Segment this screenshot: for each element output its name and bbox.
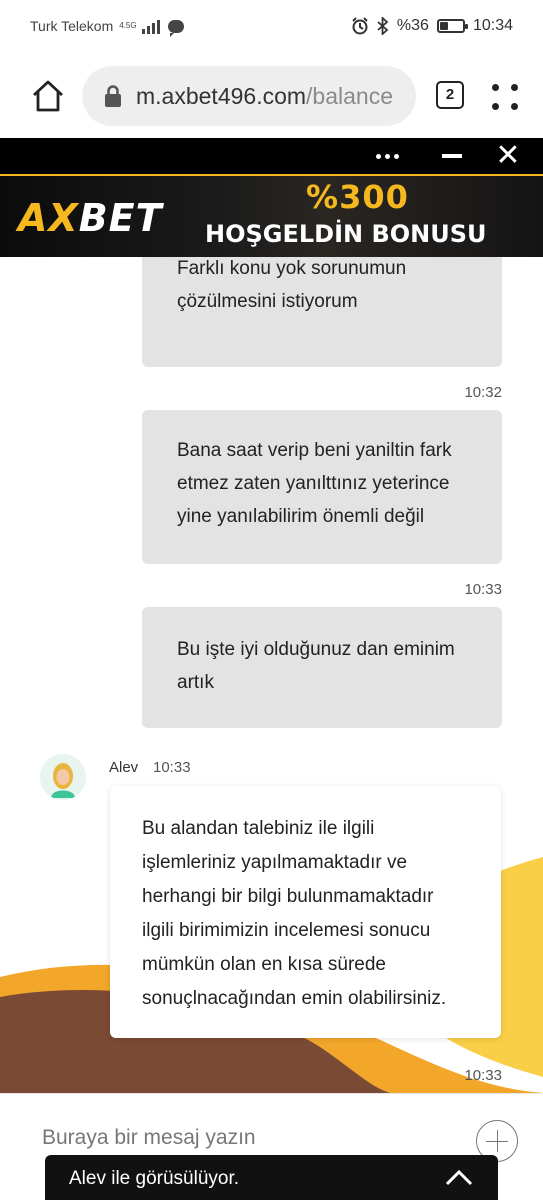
address-bar[interactable]: m.axbet496.com/balance: [82, 66, 416, 126]
axbet-logo: AXBET: [18, 196, 163, 240]
ad-close-icon[interactable]: ✕: [494, 138, 522, 174]
agent-avatar-icon: [40, 754, 86, 800]
url-path: /balance: [306, 82, 393, 109]
status-right: %36 10:34: [351, 17, 513, 35]
signal-icon: [141, 18, 160, 34]
alarm-icon: [352, 17, 368, 35]
message-notification-icon: [167, 19, 184, 37]
ad-more-icon[interactable]: [374, 138, 400, 174]
agent-message: Bu alandan talebiniz ile ilgili işlemler…: [110, 786, 501, 1038]
status-bar: Turk Telekom 4.5G %36 10:34: [0, 0, 543, 56]
bluetooth-icon: [377, 17, 389, 35]
chat-area[interactable]: Farklı konu yok sorunumun çözülmesini is…: [0, 257, 543, 1093]
ad-controls: ✕: [0, 138, 543, 174]
status-left: Turk Telekom 4.5G: [30, 18, 184, 37]
home-icon[interactable]: [30, 78, 66, 114]
battery-percent: %36: [396, 17, 429, 34]
battery-fill: [439, 22, 448, 30]
agent-name: Alev: [109, 759, 139, 776]
carrier-name: Turk Telekom: [30, 18, 114, 34]
message-time: 10:33: [464, 1067, 502, 1084]
ad-promo-percent: %300: [306, 178, 409, 216]
agent-header-time: 10:33: [153, 759, 191, 776]
chevron-up-icon[interactable]: [444, 1167, 474, 1187]
user-message: Farklı konu yok sorunumun çözülmesini is…: [142, 257, 502, 367]
message-text: Farklı konu yok sorunumun çözülmesini is…: [177, 258, 407, 312]
agent-avatar: [40, 754, 86, 800]
user-message: Bu işte iyi olduğunuz dan eminim artık: [142, 607, 502, 728]
browser-toolbar: m.axbet496.com/balance 2: [0, 56, 543, 138]
lock-icon: [105, 85, 121, 107]
url-domain: m.axbet496.com: [136, 82, 307, 109]
message-input[interactable]: Buraya bir mesaj yazın: [42, 1126, 452, 1150]
tabs-button[interactable]: 2: [436, 81, 464, 109]
session-status-text: Alev ile görüsülüyor.: [69, 1168, 240, 1189]
ad-promo-text: HOŞGELDİN BONUSU: [205, 220, 487, 248]
user-message: Bana saat verip beni yaniltin fark etmez…: [142, 410, 502, 564]
message-time: 10:32: [464, 384, 502, 401]
session-bar[interactable]: Alev ile görüsülüyor.: [45, 1155, 498, 1200]
ad-minimize-icon[interactable]: [439, 138, 465, 174]
message-time: 10:33: [464, 581, 502, 598]
network-type: 4.5G: [119, 21, 137, 30]
ad-banner[interactable]: ✕ AXBET %300 HOŞGELDİN BONUSU: [0, 138, 543, 257]
message-text: Bu işte iyi olduğunuz dan eminim artık: [177, 639, 455, 693]
url-text[interactable]: m.axbet496.com/balance: [136, 83, 393, 110]
menu-dots-icon[interactable]: [489, 81, 521, 113]
message-text: Bana saat verip beni yaniltin fark etmez…: [177, 440, 452, 527]
ad-content[interactable]: AXBET %300 HOŞGELDİN BONUSU: [0, 174, 543, 257]
battery-icon: [436, 19, 468, 33]
message-text: Bu alandan talebiniz ile ilgili işlemler…: [142, 818, 447, 1009]
clock: 10:34: [472, 17, 513, 34]
